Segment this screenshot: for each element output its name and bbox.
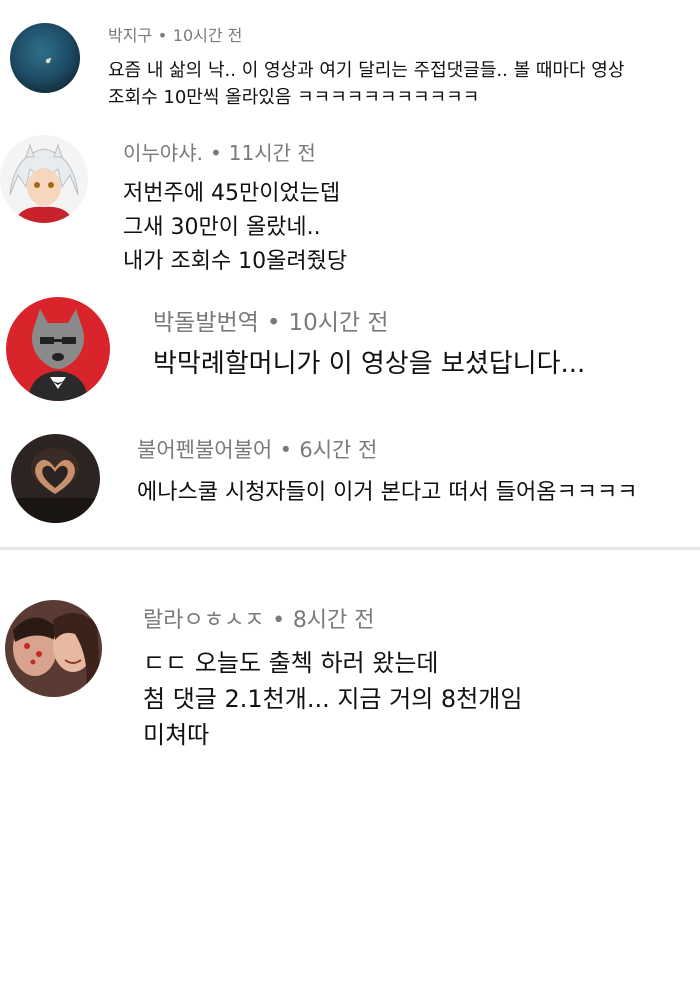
heart-hands-photo-avatar-icon xyxy=(11,434,100,523)
comment-line: 박막례할머니가 이 영상을 보셨답니다... xyxy=(153,349,586,379)
anime-character-avatar-icon xyxy=(0,135,88,223)
comment-text: 저번주에 45만이었는뎁 그새 30만이 올랐네.. 내가 조회수 10올려줬당 xyxy=(123,177,347,279)
comment-item: 불어펜불어불어 • 6시간 전 에나스쿨 시청자들이 이거 본다고 떠서 들어옴ㅋㅋ… xyxy=(0,415,700,545)
separator-dot: • xyxy=(157,26,168,45)
comment-text: 박막례할머니가 이 영상을 보셨답니다... xyxy=(153,346,585,382)
comment-item: 이누야샤. • 11시간 전 저번주에 45만이었는뎁 그새 30만이 올랐네.. … xyxy=(0,120,700,290)
avatar[interactable] xyxy=(0,135,88,223)
comment-item: 박지구 • 10시간 전 요즘 내 삶의 낙.. 이 영상과 여기 달리는 주접댓글… xyxy=(0,0,700,120)
separator-dot: • xyxy=(279,438,292,462)
comment-meta: 박돌발번역 • 10시간 전 xyxy=(153,303,389,337)
separator-dot: • xyxy=(272,608,286,633)
avatar[interactable] xyxy=(11,434,100,523)
comment-text: ㄷㄷ 오늘도 출첵 하러 왔는데 첨 댓글 2.1천개... 지금 거의 8천개… xyxy=(143,645,522,753)
comment-line: 내가 조회수 10올려줬당 xyxy=(123,249,348,274)
comment-line: ㄷㄷ 오늘도 출첵 하러 왔는데 xyxy=(143,649,439,677)
comment-line: 그새 30만이 올랐네.. xyxy=(123,215,321,240)
timestamp: 11시간 전 xyxy=(228,141,316,165)
comment-text: 요즘 내 삶의 낙.. 이 영상과 여기 달리는 주접댓글들.. 볼 때마다 영… xyxy=(108,57,624,111)
separator-dot: • xyxy=(209,141,222,165)
comment-meta: 이누야샤. • 11시간 전 xyxy=(123,137,316,166)
earth-avatar-icon xyxy=(10,23,80,93)
section-divider xyxy=(0,547,700,550)
comment-line: 요즘 내 삶의 낙.. 이 영상과 여기 달리는 주접댓글들.. 볼 때마다 영… xyxy=(108,60,625,81)
comment-meta: 박지구 • 10시간 전 xyxy=(108,22,242,46)
comment-item: 랄라ㅇㅎㅅㅈ • 8시간 전 ㄷㄷ 오늘도 출첵 하러 왔는데 첨 댓글 2.1천개… xyxy=(0,560,700,780)
timestamp: 10시간 전 xyxy=(172,26,243,45)
avatar[interactable] xyxy=(6,297,110,401)
wolf-cartoon-avatar-icon xyxy=(6,297,110,401)
comment-line: 에나스쿨 시청자들이 이거 본다고 떠서 들어옴ㅋㅋㅋㅋ xyxy=(137,480,638,505)
comment-text: 에나스쿨 시청자들이 이거 본다고 떠서 들어옴ㅋㅋㅋㅋ xyxy=(137,477,638,509)
comment-meta: 불어펜불어불어 • 6시간 전 xyxy=(137,434,377,464)
comment-line: 첨 댓글 2.1천개... 지금 거의 8천개임 xyxy=(143,685,523,713)
author-name[interactable]: 이누야샤. xyxy=(123,141,203,165)
comment-line: 조회수 10만씩 올라있음 ㅋㅋㅋㅋㅋㅋㅋㅋㅋㅋㅋ xyxy=(108,87,480,108)
comment-line: 미쳐따 xyxy=(143,721,210,749)
separator-dot: • xyxy=(266,310,281,336)
avatar[interactable] xyxy=(5,600,102,697)
comment-line: 저번주에 45만이었는뎁 xyxy=(123,181,341,206)
author-name[interactable]: 불어펜불어불어 xyxy=(137,438,272,462)
timestamp: 8시간 전 xyxy=(292,608,375,633)
comment-item: 박돌발번역 • 10시간 전 박막례할머니가 이 영상을 보셨답니다... xyxy=(0,290,700,415)
author-name[interactable]: 박돌발번역 xyxy=(153,310,259,336)
timestamp: 10시간 전 xyxy=(288,310,389,336)
avatar[interactable] xyxy=(10,23,80,93)
comment-meta: 랄라ㅇㅎㅅㅈ • 8시간 전 xyxy=(143,602,375,634)
timestamp: 6시간 전 xyxy=(299,438,378,462)
author-name[interactable]: 랄라ㅇㅎㅅㅈ xyxy=(143,608,264,633)
couple-photo-avatar-icon xyxy=(5,600,102,697)
author-name[interactable]: 박지구 xyxy=(108,26,152,45)
